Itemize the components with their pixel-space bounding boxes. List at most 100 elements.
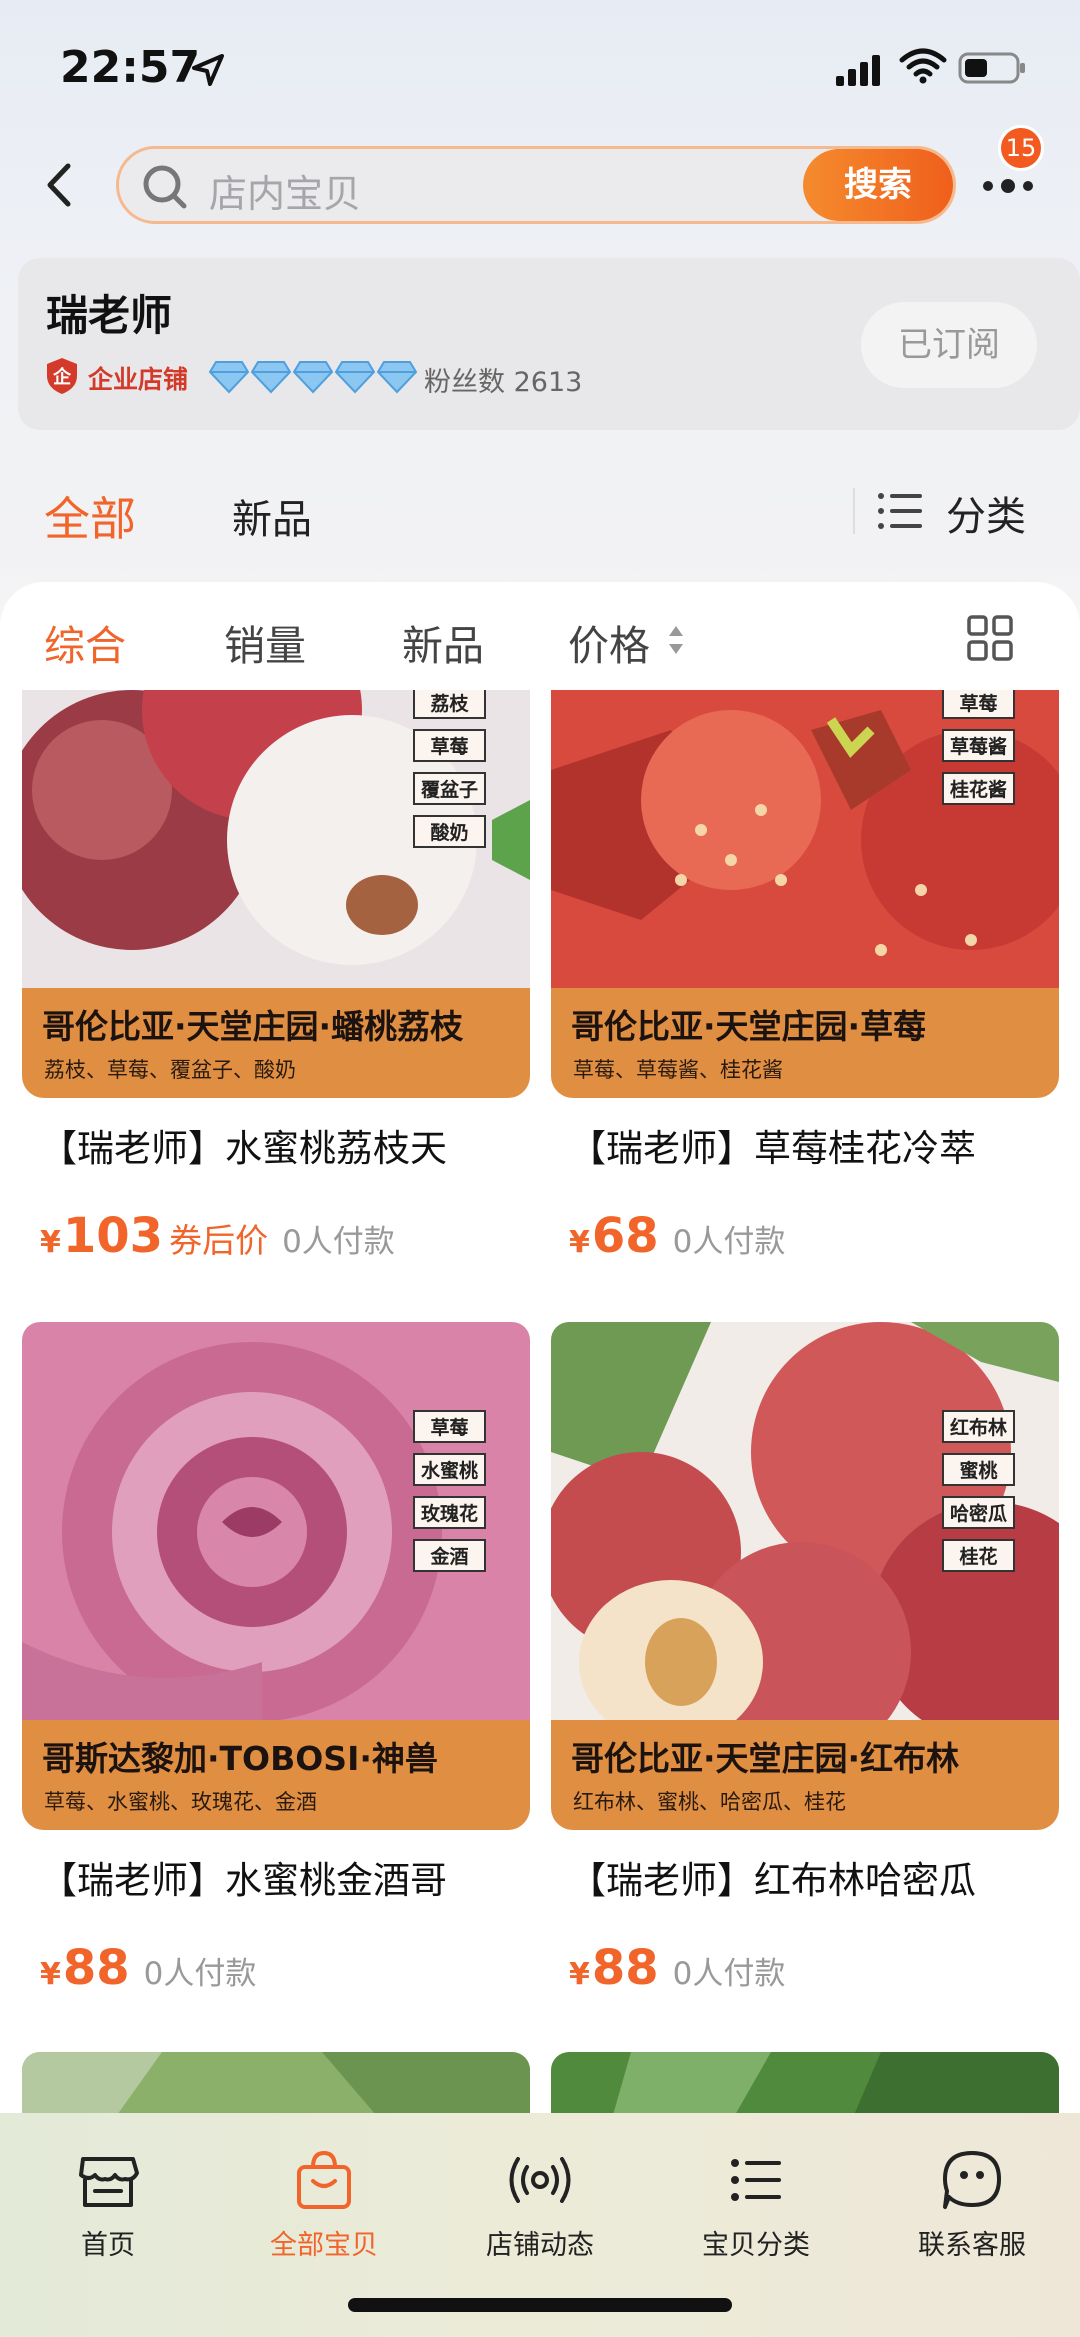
price-value: 68	[591, 1208, 659, 1264]
subscribed-button[interactable]: 已订阅	[861, 302, 1037, 388]
paid-count: 0人付款	[282, 1224, 395, 1260]
enterprise-shield-icon: 企	[47, 358, 77, 394]
sort-bar: 综合 销量 新品 价格	[0, 600, 1080, 690]
product-banner: 哥伦比亚·天堂庄园·蟠桃荔枝 荔枝、草莓、覆盆子、酸奶	[22, 988, 530, 1098]
banner-subtitle: 草莓、草莓酱、桂花酱	[573, 1058, 783, 1082]
nav-categories-label: 宝贝分类	[702, 2230, 810, 2261]
tab-all[interactable]: 全部	[44, 483, 136, 549]
nav-categories[interactable]: 宝贝分类	[676, 2145, 836, 2285]
product-card[interactable]: 荔枝 草莓 覆盆子 酸奶 哥伦比亚·天堂庄园·蟠桃荔枝 荔枝、草莓、覆盆子、酸奶…	[22, 690, 530, 1290]
search-icon	[143, 165, 187, 209]
price-value: 103	[62, 1208, 164, 1264]
price-value: 88	[62, 1940, 130, 1996]
diamond-rating	[208, 360, 418, 394]
product-title[interactable]: 【瑞老师】水蜜桃荔枝天	[40, 1118, 447, 1172]
tag-label: 红布林	[941, 1410, 1015, 1443]
sort-new[interactable]: 新品	[402, 612, 484, 672]
product-card[interactable]: 草莓 水蜜桃 玫瑰花 金酒 哥斯达黎加·TOBOSI·神兽 草莓、水蜜桃、玫瑰花…	[22, 1322, 530, 2022]
tab-divider	[853, 488, 855, 534]
product-card[interactable]	[551, 2052, 1059, 2122]
tag-label: 草莓	[941, 690, 1015, 719]
banner-title: 哥伦比亚·天堂庄园·蟠桃荔枝	[42, 1007, 464, 1046]
currency-symbol: ¥	[40, 1957, 61, 1992]
sort-arrows-icon[interactable]	[666, 622, 686, 658]
notification-badge: 15	[998, 125, 1044, 171]
product-title[interactable]: 【瑞老师】草莓桂花冷萃	[569, 1118, 976, 1172]
banner-title: 哥斯达黎加·TOBOSI·神兽	[42, 1739, 438, 1778]
list-icon[interactable]	[876, 490, 924, 532]
flavor-tags: 荔枝 草莓 覆盆子 酸奶	[412, 690, 486, 848]
sort-price[interactable]: 价格	[568, 612, 650, 672]
home-indicator[interactable]	[348, 2298, 732, 2312]
tag-label: 金酒	[412, 1539, 486, 1572]
product-card[interactable]: 草莓 草莓酱 桂花酱 哥伦比亚·天堂庄园·草莓 草莓、草莓酱、桂花酱 【瑞老师】…	[551, 690, 1059, 1290]
diamond-icon	[292, 361, 334, 394]
diamond-icon	[376, 361, 418, 394]
search-input[interactable]: 店内宝贝 搜索	[116, 146, 956, 224]
chat-bubble-icon	[943, 2151, 1001, 2209]
product-title[interactable]: 【瑞老师】水蜜桃金酒哥	[40, 1850, 447, 1904]
price-row: ¥ 103 券后价 0人付款	[40, 1208, 395, 1264]
banner-title: 哥伦比亚·天堂庄园·草莓	[571, 1007, 927, 1046]
sort-overall[interactable]: 综合	[44, 612, 126, 672]
location-arrow-icon	[192, 54, 224, 86]
tag-label: 桂花酱	[941, 772, 1015, 805]
nav-customer-service[interactable]: 联系客服	[892, 2145, 1052, 2285]
product-title[interactable]: 【瑞老师】红布林哈密瓜	[569, 1850, 976, 1904]
banner-title: 哥伦比亚·天堂庄园·红布林	[571, 1739, 960, 1778]
store-card: 瑞老师 企 企业店铺 粉丝数 2613 已订阅	[18, 258, 1080, 430]
banner-subtitle: 荔枝、草莓、覆盆子、酸奶	[44, 1058, 296, 1082]
flavor-tags: 草莓 草莓酱 桂花酱	[941, 690, 1015, 805]
cellular-signal-icon	[836, 55, 880, 86]
nav-home-label: 首页	[81, 2230, 135, 2261]
product-card[interactable]: 红布林 蜜桃 哈密瓜 桂花 哥伦比亚·天堂庄园·红布林 红布林、蜜桃、哈密瓜、桂…	[551, 1322, 1059, 2022]
svg-text:企: 企	[52, 366, 72, 388]
banner-subtitle: 草莓、水蜜桃、玫瑰花、金酒	[44, 1790, 317, 1814]
currency-symbol: ¥	[40, 1225, 61, 1260]
search-button[interactable]: 搜索	[803, 149, 953, 221]
tag-label: 草莓酱	[941, 729, 1015, 762]
product-banner: 哥伦比亚·天堂庄园·草莓 草莓、草莓酱、桂花酱	[551, 988, 1059, 1098]
tag-label: 哈密瓜	[941, 1496, 1015, 1529]
wifi-icon	[899, 48, 947, 84]
sort-sales[interactable]: 销量	[224, 612, 306, 672]
broadcast-icon	[509, 2157, 571, 2203]
nav-store-updates[interactable]: 店铺动态	[460, 2145, 620, 2285]
currency-symbol: ¥	[569, 1225, 590, 1260]
store-name: 瑞老师	[46, 291, 173, 340]
product-image	[551, 2052, 1059, 2122]
store-icon	[79, 2157, 139, 2207]
nav-home[interactable]: 首页	[28, 2145, 188, 2285]
paid-count: 0人付款	[143, 1956, 257, 1992]
flavor-tags: 红布林 蜜桃 哈密瓜 桂花	[941, 1410, 1015, 1572]
status-time: 22:57	[60, 42, 201, 93]
nav-all-items-label: 全部宝贝	[270, 2230, 378, 2261]
back-arrow-icon[interactable]	[38, 160, 82, 210]
product-card[interactable]	[22, 2052, 530, 2122]
diamond-icon	[208, 361, 250, 394]
price-value: 88	[591, 1940, 659, 1996]
nav-store-updates-label: 店铺动态	[486, 2230, 594, 2261]
grid-view-icon[interactable]	[966, 614, 1014, 662]
tag-label: 蜜桃	[941, 1453, 1015, 1486]
search-placeholder: 店内宝贝	[209, 172, 362, 216]
tag-label: 玫瑰花	[412, 1496, 486, 1529]
price-row: ¥ 88 0人付款	[40, 1940, 256, 1996]
flavor-tags: 草莓 水蜜桃 玫瑰花 金酒	[412, 1410, 486, 1572]
tag-label: 酸奶	[412, 815, 486, 848]
tab-new[interactable]: 新品	[232, 487, 312, 545]
price-row: ¥ 88 0人付款	[569, 1940, 785, 1996]
price-row: ¥ 68 0人付款	[569, 1208, 785, 1264]
paid-count: 0人付款	[672, 1956, 786, 1992]
product-image	[22, 2052, 530, 2122]
fans-count: 粉丝数 2613	[424, 367, 583, 398]
nav-all-items[interactable]: 全部宝贝	[244, 2145, 404, 2285]
tag-label: 草莓	[412, 1410, 486, 1443]
status-bar: 22:57	[0, 0, 1080, 130]
paid-count: 0人付款	[672, 1224, 786, 1260]
list-icon	[731, 2159, 781, 2201]
shopping-bag-icon	[297, 2150, 351, 2209]
tab-category[interactable]: 分类	[946, 484, 1026, 542]
tag-label: 桂花	[941, 1539, 1015, 1572]
banner-subtitle: 红布林、蜜桃、哈密瓜、桂花	[573, 1790, 846, 1814]
